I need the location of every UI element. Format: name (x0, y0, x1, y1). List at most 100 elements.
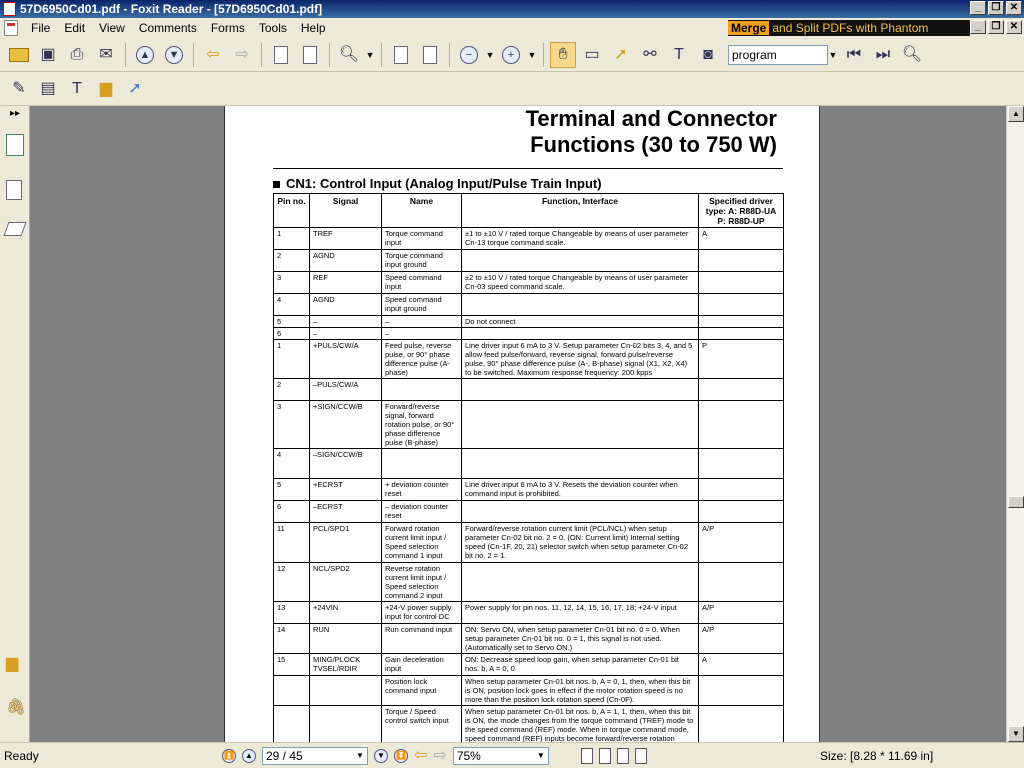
prev-page-button[interactable]: ▲ (242, 749, 256, 763)
cell-function: When setup parameter Cn-01 bit nos. b, A… (461, 705, 699, 742)
scroll-down-button[interactable]: ▼ (1008, 726, 1024, 742)
zoom-in-dropdown[interactable]: ▼ (527, 50, 537, 60)
email-button[interactable]: ✉ (93, 42, 119, 68)
pencil-tool-button[interactable]: ✎ (6, 76, 32, 102)
next-page-button[interactable]: ▼ (161, 42, 187, 68)
zoom-in-button[interactable]: + (498, 42, 524, 68)
menu-tools[interactable]: Tools (252, 18, 294, 38)
extract-pages-button[interactable] (268, 42, 294, 68)
search-next-button[interactable]: ⏭ (870, 42, 896, 68)
table-row: 5 +ECRST + deviation counter reset Line dri… (273, 478, 784, 501)
document-menu-icon[interactable] (4, 20, 18, 36)
menu-help[interactable]: Help (294, 18, 333, 38)
header-pin-no: Pin no. (273, 193, 310, 228)
search-previous-button[interactable]: ⏮ (841, 42, 867, 68)
save-button[interactable]: ▣ (35, 42, 61, 68)
back-button[interactable]: ⇦ (200, 42, 226, 68)
note-tool-button[interactable]: ▤ (35, 76, 61, 102)
status-bar: Ready ⏫ ▲ 29 / 45 ▼ ▼ ⏬ ⇦ ⇨ 75% ▼ Size: … (0, 742, 1024, 768)
doc-close-button[interactable]: ✕ (1006, 20, 1022, 34)
select-text-button[interactable]: ▭ (579, 42, 605, 68)
cell-function: Line driver input 6 mA to 3 V. Setup par… (461, 339, 699, 379)
zoom-dropdown-icon[interactable]: ▼ (534, 748, 548, 764)
find-button[interactable]: ⚯ (637, 42, 663, 68)
comment-tool-button[interactable]: ▆ (93, 76, 119, 102)
next-page-status-button[interactable]: ▼ (374, 749, 388, 763)
menu-view[interactable]: View (92, 18, 132, 38)
continuous-facing-layout-icon[interactable] (634, 748, 647, 764)
restore-button[interactable]: ❐ (988, 1, 1004, 15)
window-title: 57D6950Cd01.pdf - Foxit Reader - [57D695… (20, 2, 323, 16)
pages-insert-icon (303, 45, 317, 64)
single-page-layout-icon[interactable] (580, 748, 593, 764)
first-page-button[interactable]: ⏫ (222, 749, 236, 763)
zoom-out-button[interactable]: − (456, 42, 482, 68)
previous-page-button[interactable]: ▲ (132, 42, 158, 68)
close-button[interactable]: ✕ (1006, 1, 1022, 15)
arrow-tool-button[interactable]: ➚ (122, 76, 148, 102)
history-back-icon[interactable]: ⇦ (414, 748, 427, 764)
fit-width-button[interactable] (417, 42, 443, 68)
document-viewport[interactable]: Terminal and Connector Functions (30 to … (30, 106, 1006, 742)
menu-edit[interactable]: Edit (57, 18, 92, 38)
vertical-scrollbar[interactable]: ▲ ▼ (1006, 106, 1024, 742)
hand-tool-button[interactable]: ✋︎ (550, 41, 576, 68)
scroll-thumb[interactable] (1008, 496, 1024, 508)
forward-button[interactable]: ⇨ (229, 42, 255, 68)
doc-restore-button[interactable]: ❐ (988, 20, 1004, 34)
layers-panel-icon[interactable] (3, 222, 27, 244)
zoom-tool-dropdown[interactable]: ▼ (365, 50, 375, 60)
last-page-button[interactable]: ⏬ (394, 749, 408, 763)
comments-panel-icon[interactable]: ▆ (6, 656, 26, 678)
expand-sidebar-icon[interactable]: ▸▸ (10, 108, 20, 119)
attachments-panel-icon[interactable]: 🖇︎ (6, 700, 26, 722)
page-dropdown-icon[interactable]: ▼ (353, 748, 367, 764)
zoom-out-dropdown[interactable]: ▼ (485, 50, 495, 60)
fit-page-button[interactable] (388, 42, 414, 68)
continuous-layout-icon[interactable] (598, 748, 611, 764)
table-row: 6 –ECRST – deviation counter reset (273, 500, 784, 523)
cell-driver-type (698, 562, 784, 602)
menu-file[interactable]: File (24, 18, 57, 38)
search-next-icon: ⏭ (875, 45, 891, 63)
page-heading: Terminal and Connector Functions (30 to … (526, 106, 777, 158)
cell-signal: MING/PLOCK TVSEL/RDIR (309, 653, 382, 676)
zoom-level-field[interactable]: 75% ▼ (452, 747, 549, 765)
page-number-field[interactable]: 29 / 45 ▼ (262, 747, 368, 765)
facing-layout-icon[interactable] (616, 748, 629, 764)
cell-pin-no (273, 705, 310, 742)
binoculars-icon: ⚯ (643, 45, 657, 63)
bookmarks-panel-icon[interactable] (6, 134, 26, 156)
cell-signal: +ECRST (309, 478, 382, 501)
cell-signal: TREF (309, 227, 382, 250)
cell-driver-type (698, 249, 784, 272)
snapshot-button[interactable]: ◙ (695, 42, 721, 68)
select-annotation-button[interactable]: ➚ (608, 42, 634, 68)
table-row: 14 RUN Run command input ON: Servo ON, when… (273, 623, 784, 654)
history-forward-icon[interactable]: ⇨ (433, 748, 446, 764)
print-button[interactable]: ⎙ (64, 42, 90, 68)
phantom-ad-banner[interactable]: Merge and Split PDFs with Phantom (728, 20, 970, 36)
doc-minimize-button[interactable]: _ (970, 20, 986, 34)
cell-name: Gain deceleration input (381, 653, 462, 676)
cell-function (461, 249, 699, 272)
typewriter-button[interactable]: T (666, 42, 692, 68)
fit-width-icon (423, 45, 437, 64)
text-tool-button[interactable]: T (64, 76, 90, 102)
cell-signal: – (309, 327, 382, 340)
arrow-right-icon: ⇨ (235, 45, 249, 63)
search-button[interactable]: 🔍︎ (899, 42, 925, 68)
cell-driver-type (698, 378, 784, 401)
insert-pages-button[interactable] (297, 42, 323, 68)
zoom-tool-button[interactable]: 🔍︎ (336, 42, 362, 68)
menu-comments[interactable]: Comments (132, 18, 204, 38)
cell-driver-type (698, 500, 784, 523)
pages-panel-icon[interactable] (6, 180, 26, 202)
menu-forms[interactable]: Forms (204, 18, 252, 38)
search-dropdown[interactable]: ▼ (828, 50, 838, 60)
scroll-up-button[interactable]: ▲ (1008, 106, 1024, 122)
open-button[interactable] (6, 42, 32, 68)
search-input[interactable] (728, 44, 828, 65)
cell-name (381, 378, 462, 401)
minimize-button[interactable]: _ (970, 1, 986, 15)
